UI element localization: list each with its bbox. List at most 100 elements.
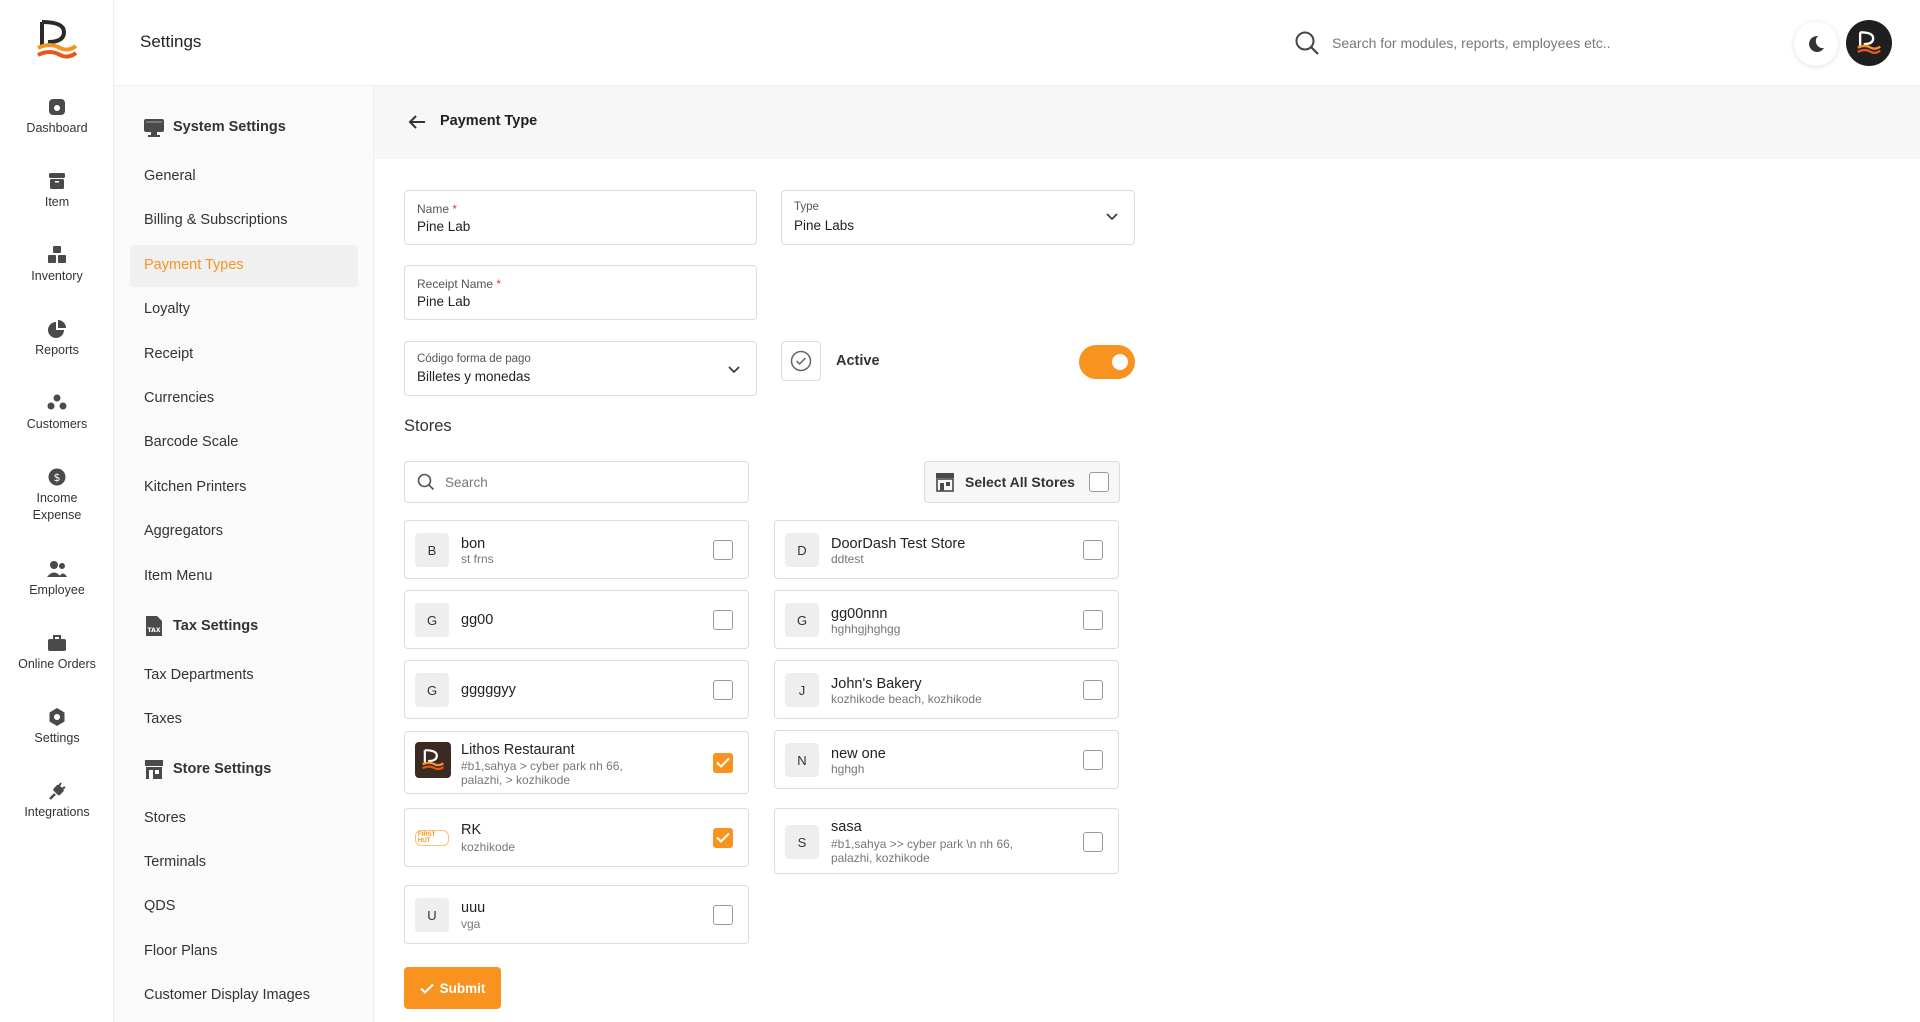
stores-heading: Stores: [404, 417, 452, 435]
global-search[interactable]: [1294, 26, 1734, 60]
store-checkbox[interactable]: [713, 540, 733, 560]
store-address-line2: palazhi, kozhikode: [831, 851, 930, 865]
codigo-select[interactable]: Código forma de pago Billetes y monedas: [404, 341, 757, 396]
store-search[interactable]: [404, 461, 749, 503]
menu-item-currencies[interactable]: Currencies: [144, 390, 214, 406]
store-card-johns-bakery[interactable]: J John's Bakery kozhikode beach, kozhiko…: [774, 660, 1119, 719]
rail-item-item[interactable]: Item: [0, 172, 114, 211]
store-card-doordash[interactable]: D DoorDash Test Store ddtest: [774, 520, 1119, 579]
rail-item-inventory[interactable]: Inventory: [0, 246, 114, 285]
check-icon: [419, 983, 434, 994]
store-card-lithos-restaurant[interactable]: Lithos Restaurant #b1,sahya > cyber park…: [404, 731, 749, 794]
store-card-new-one[interactable]: N new one hghgh: [774, 730, 1119, 789]
settings-menu: System Settings General Billing & Subscr…: [114, 86, 374, 1022]
rail-item-income-expense[interactable]: $ Income Expense: [0, 468, 114, 524]
store-name: gg00: [461, 612, 494, 628]
store-checkbox[interactable]: [1083, 680, 1103, 700]
menu-item-general[interactable]: General: [144, 168, 196, 184]
store-checkbox[interactable]: [1083, 750, 1103, 770]
menu-item-qds[interactable]: QDS: [144, 898, 175, 914]
store-address-line2: palazhi, > kozhikode: [461, 773, 571, 787]
user-avatar[interactable]: [1846, 20, 1892, 66]
income-expense-icon: $: [48, 468, 66, 486]
menu-item-terminals[interactable]: Terminals: [144, 854, 206, 870]
rail-item-dashboard[interactable]: Dashboard: [0, 98, 114, 137]
form-title: Payment Type: [440, 113, 538, 129]
receipt-name-field[interactable]: Receipt Name * Pine Lab: [404, 265, 757, 320]
rail-label: Online Orders: [18, 657, 96, 671]
menu-item-barcode-scale[interactable]: Barcode Scale: [144, 434, 238, 450]
type-select[interactable]: Type Pine Labs: [781, 190, 1135, 245]
rail-label: Settings: [34, 731, 80, 745]
menu-item-kitchen-printers[interactable]: Kitchen Printers: [144, 479, 246, 495]
check-circle-icon: [790, 350, 812, 372]
store-checkbox[interactable]: [713, 610, 733, 630]
inventory-icon: [48, 246, 66, 263]
menu-item-item-menu[interactable]: Item Menu: [144, 568, 213, 584]
store-checkbox[interactable]: [713, 905, 733, 925]
select-all-checkbox[interactable]: [1089, 472, 1109, 492]
store-address: st frns: [461, 552, 494, 566]
store-card-rk[interactable]: FIRST HUT RK kozhikode: [404, 808, 749, 867]
codigo-label: Código forma de pago: [417, 353, 531, 365]
rk-logo: FIRST HUT: [415, 821, 449, 855]
type-value: Pine Labs: [794, 218, 855, 233]
rail-item-integrations[interactable]: Integrations: [0, 782, 114, 821]
menu-item-payment-types[interactable]: Payment Types: [144, 257, 244, 273]
store-checkbox-checked[interactable]: [713, 753, 733, 773]
rail-item-settings[interactable]: Settings: [0, 708, 114, 747]
store-address: #b1,sahya >> cyber park \n nh 66,: [831, 837, 1014, 851]
reports-icon: [48, 320, 66, 338]
online-orders-icon: [48, 635, 66, 651]
menu-item-floor-plans[interactable]: Floor Plans: [144, 943, 217, 959]
select-all-stores[interactable]: Select All Stores: [924, 461, 1120, 503]
menu-item-stores[interactable]: Stores: [144, 810, 186, 826]
store-checkbox[interactable]: [1083, 610, 1103, 630]
brand-logo[interactable]: [34, 18, 80, 62]
toggle-knob: [1112, 354, 1128, 370]
submit-button[interactable]: Submit: [404, 967, 501, 1009]
store-card-sasa[interactable]: S sasa #b1,sahya >> cyber park \n nh 66,…: [774, 808, 1119, 874]
rail-item-customers[interactable]: Customers: [0, 394, 114, 433]
rail-item-employee[interactable]: Employee: [0, 560, 114, 599]
menu-item-aggregators[interactable]: Aggregators: [144, 523, 223, 539]
store-checkbox[interactable]: [1083, 540, 1103, 560]
rail-item-reports[interactable]: Reports: [0, 320, 114, 359]
rail-item-online-orders[interactable]: Online Orders: [0, 634, 114, 673]
menu-item-tax-departments[interactable]: Tax Departments: [144, 667, 254, 683]
store-card-gg00[interactable]: G gg00: [404, 590, 749, 649]
menu-item-billing[interactable]: Billing & Subscriptions: [144, 212, 287, 228]
name-value[interactable]: Pine Lab: [417, 219, 470, 234]
active-status-box: [781, 341, 821, 381]
store-card-uuu[interactable]: U uuu vga: [404, 885, 749, 944]
menu-item-receipt[interactable]: Receipt: [144, 346, 193, 362]
store-initial: U: [415, 898, 449, 932]
menu-item-customer-display-images[interactable]: Customer Display Images: [144, 987, 310, 1003]
menu-item-loyalty[interactable]: Loyalty: [144, 301, 190, 317]
store-search-input[interactable]: [445, 474, 725, 490]
store-checkbox-checked[interactable]: [713, 828, 733, 848]
store-card-bon[interactable]: B bon st frns: [404, 520, 749, 579]
back-arrow-icon[interactable]: [408, 114, 426, 130]
store-checkbox[interactable]: [1083, 832, 1103, 852]
store-address: hghgh: [831, 762, 865, 776]
tax-document-icon: TAX: [146, 616, 162, 636]
submit-label: Submit: [439, 980, 486, 996]
employee-icon: [47, 561, 67, 577]
store-card-gg00nnn[interactable]: G gg00nnn hghhgjhghgg: [774, 590, 1119, 649]
lithos-logo: [415, 742, 451, 778]
menu-item-taxes[interactable]: Taxes: [144, 711, 182, 727]
checkmark-icon: [716, 757, 730, 768]
codigo-value: Billetes y monedas: [417, 369, 531, 384]
rail-label: Employee: [29, 583, 85, 597]
name-field[interactable]: Name * Pine Lab: [404, 190, 757, 245]
global-search-input[interactable]: [1332, 35, 1712, 51]
theme-toggle-button[interactable]: [1794, 22, 1838, 66]
store-card-gggggyy[interactable]: G gggggyy: [404, 660, 749, 719]
search-icon: [417, 473, 435, 491]
store-name: DoorDash Test Store: [831, 536, 966, 552]
store-checkbox[interactable]: [713, 680, 733, 700]
receipt-name-value[interactable]: Pine Lab: [417, 294, 470, 309]
active-toggle[interactable]: [1079, 345, 1135, 379]
top-header: Settings: [114, 0, 1920, 86]
